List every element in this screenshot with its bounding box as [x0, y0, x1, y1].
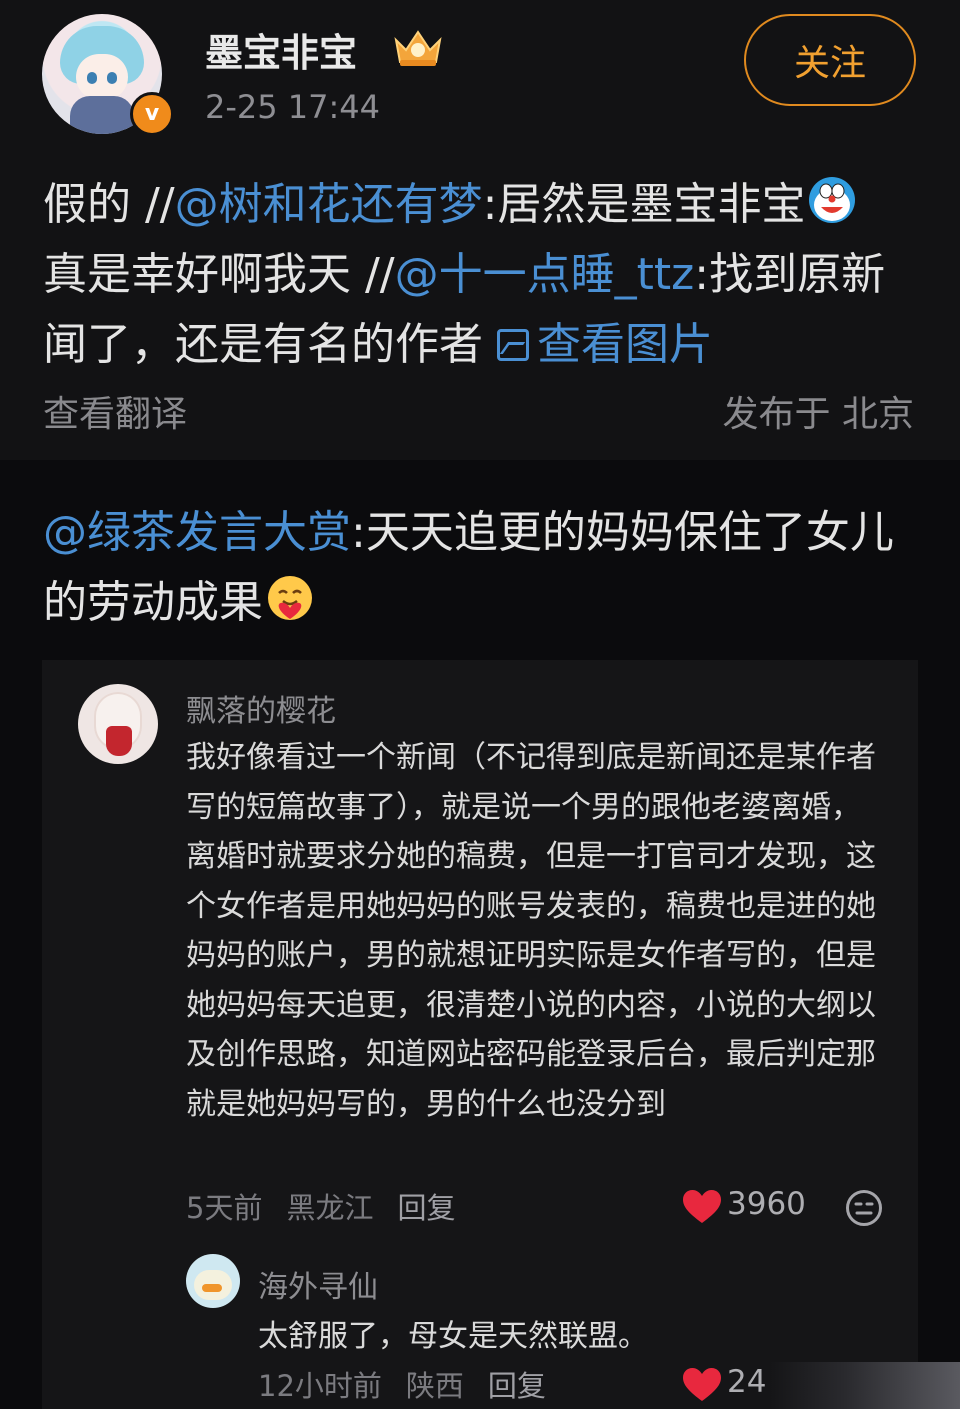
- post-text-part: 真是幸好啊我天 //: [43, 249, 395, 300]
- view-image-link[interactable]: 查看图片: [497, 319, 713, 370]
- mention-link[interactable]: @树和花还有梦: [175, 179, 483, 230]
- post-time: 2-25 17:44: [205, 88, 381, 126]
- like-count: 24: [727, 1364, 767, 1400]
- comment-meta: 5天前 黑龙江 回复: [186, 1185, 479, 1227]
- bottom-fade-overlay: [770, 1362, 960, 1409]
- commenter-avatar[interactable]: [78, 684, 158, 764]
- follow-button[interactable]: 关注: [744, 14, 916, 106]
- translate-link[interactable]: 查看翻译: [43, 385, 187, 437]
- heart-icon[interactable]: [683, 1190, 721, 1224]
- image-icon: [497, 329, 529, 361]
- reply-author-avatar[interactable]: [186, 1254, 240, 1308]
- reply-button[interactable]: 回复: [397, 1191, 455, 1225]
- reply-author[interactable]: 海外寻仙: [258, 1262, 378, 1306]
- crown-icon: [394, 30, 442, 66]
- post-location: 发布于 北京: [722, 394, 914, 435]
- heart-icon[interactable]: [683, 1368, 721, 1402]
- doraemon-emoji-icon: [809, 177, 856, 223]
- mention-link[interactable]: @十一点睡_ttz: [395, 249, 695, 300]
- reply-button[interactable]: 回复: [488, 1369, 546, 1403]
- post-text: 假的 //@树和花还有梦:居然是墨宝非宝 真是幸好啊我天 //@十一点睡_ttz…: [43, 170, 923, 380]
- reply-text: 太舒服了，母女是天然联盟。: [258, 1319, 648, 1354]
- hug-emoji-icon: [268, 576, 312, 620]
- repost-text: @绿茶发言大赏:天天追更的妈妈保住了女儿的劳动成果: [43, 498, 928, 638]
- comment-region: 黑龙江: [286, 1191, 374, 1225]
- like-count: 3960: [727, 1186, 806, 1222]
- mention-link[interactable]: @绿茶发言大赏: [43, 507, 351, 558]
- author-name[interactable]: 墨宝非宝: [205, 22, 357, 77]
- reply-region: 陕西: [405, 1369, 464, 1403]
- post-text-part: :居然是墨宝非宝: [482, 179, 806, 230]
- reply-meta: 12小时前 陕西 回复: [258, 1363, 570, 1405]
- comment-text: 我好像看过一个新闻（不记得到底是新闻还是某作者写的短篇故事了），就是说一个男的跟…: [186, 740, 876, 1122]
- verified-badge-icon: v: [130, 92, 174, 136]
- post-text-part: 假的 //: [43, 179, 175, 230]
- comment-time: 5天前: [186, 1191, 263, 1225]
- smile-icon[interactable]: [845, 1189, 883, 1227]
- reply-time: 12小时前: [258, 1369, 382, 1403]
- comment-author[interactable]: 飘落的樱花: [186, 686, 336, 730]
